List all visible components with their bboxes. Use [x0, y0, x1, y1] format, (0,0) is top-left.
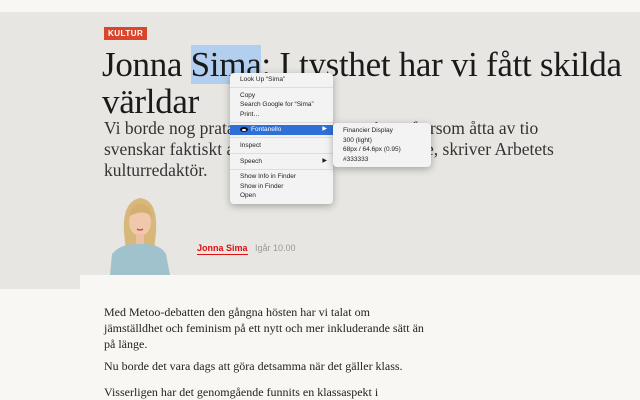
menu-separator [230, 153, 333, 155]
submenu-arrow-icon: ▶ [322, 126, 327, 133]
fontanello-submenu: Financier Display 300 (light) 68px / 64.… [333, 123, 431, 167]
font-family: Financier Display [343, 127, 393, 134]
menu-item-open[interactable]: Open [230, 191, 333, 201]
menu-item-inspect[interactable]: Inspect [230, 141, 333, 151]
menu-separator [230, 168, 333, 170]
menu-item-search-google[interactable]: Search Google for “Sima” [230, 100, 333, 110]
context-menu: Look Up “Sima” Copy Search Google for “S… [230, 73, 333, 204]
font-size: 68px / 64.6px (0.95) [343, 146, 401, 153]
subtitle-fragment: svenskar faktiskt ans [104, 139, 250, 159]
menu-item-show-info[interactable]: Show Info in Finder [230, 172, 333, 182]
menu-separator [230, 87, 333, 89]
submenu-arrow-icon: ▶ [322, 157, 327, 164]
category-tag[interactable]: KULTUR [104, 27, 148, 40]
menu-item-speech[interactable]: Speech ▶ [230, 157, 333, 167]
paragraph: Med Metoo-debatten den gångna hösten har… [104, 305, 424, 351]
font-color: #333333 [343, 155, 369, 163]
headline-text: Jonna [102, 45, 191, 84]
menu-item-copy[interactable]: Copy [230, 91, 333, 101]
fontanello-eye-icon [240, 127, 248, 133]
menu-item-print[interactable]: Print… [230, 110, 333, 120]
menu-item-show-in-finder[interactable]: Show in Finder [230, 182, 333, 192]
paragraph: Nu borde det vara dags att göra detsamma… [104, 359, 403, 373]
menu-item-fontanello[interactable]: Fontanello ▶ [230, 125, 333, 135]
menu-item-label: Fontanello [251, 126, 282, 134]
menu-separator [230, 121, 333, 123]
paragraph: Visserligen har det genomgående funnits … [104, 385, 379, 399]
publish-time: Igår 10.00 [255, 243, 296, 253]
author-photo [110, 192, 170, 275]
menu-item-look-up[interactable]: Look Up “Sima” [230, 75, 333, 85]
font-weight: 300 (light) [343, 136, 372, 144]
headline: Jonna Sima: I tysthet har vi fått skilda… [102, 45, 622, 120]
subtitle-fragment: kulturredaktör. [104, 160, 208, 180]
subtitle-fragment: e, skriver Arbetets [426, 139, 554, 159]
top-bar [0, 0, 640, 12]
menu-item-label: Speech [240, 157, 263, 165]
header-extension [0, 275, 80, 289]
author-link[interactable]: Jonna Sima [197, 243, 248, 255]
menu-separator [230, 137, 333, 139]
